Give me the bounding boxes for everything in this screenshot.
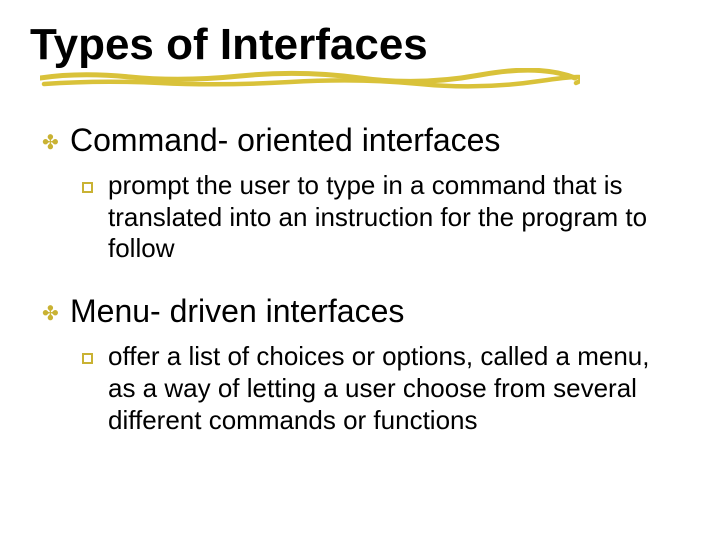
- list-item: ✤ Menu- driven interfaces: [42, 293, 690, 333]
- heading-text: Command- oriented interfaces: [70, 122, 500, 160]
- list-item: prompt the user to type in a command tha…: [42, 170, 690, 265]
- bullet-l2-icon: [82, 341, 108, 373]
- body-text: prompt the user to type in a command tha…: [108, 170, 668, 265]
- bullet-l1-icon: ✤: [42, 122, 70, 162]
- bullet-l1-icon: ✤: [42, 293, 70, 333]
- list-item: offer a list of choices or options, call…: [42, 341, 690, 436]
- body-text: offer a list of choices or options, call…: [108, 341, 668, 436]
- list-item: ✤ Command- oriented interfaces: [42, 122, 690, 162]
- heading-text: Menu- driven interfaces: [70, 293, 404, 331]
- bullet-l2-icon: [82, 170, 108, 202]
- slide-body: ✤ Command- oriented interfaces prompt th…: [30, 122, 690, 436]
- slide-title: Types of Interfaces: [30, 20, 690, 70]
- title-underline: [40, 74, 690, 94]
